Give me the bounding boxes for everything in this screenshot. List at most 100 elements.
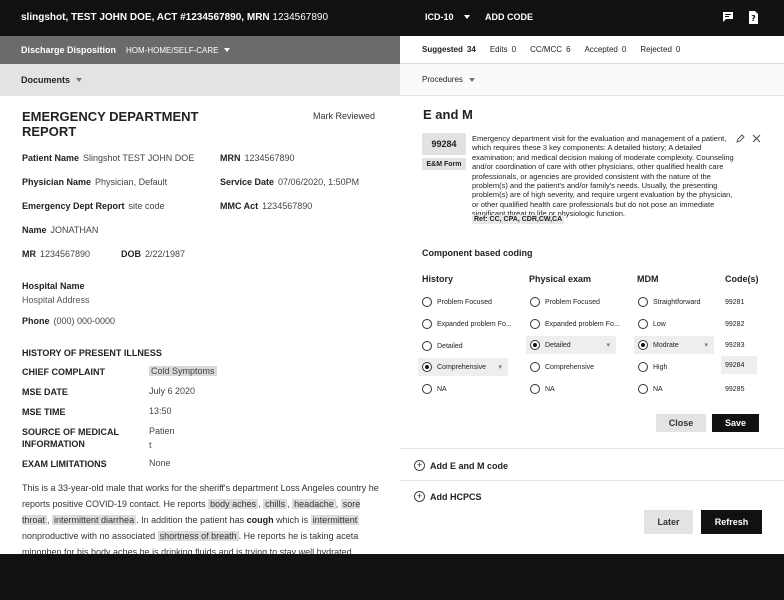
report-title: EMERGENCY DEPARTMENT REPORT — [22, 109, 199, 139]
radio-icon — [530, 362, 540, 372]
mdm-option-selected[interactable]: Modrate ▾ — [634, 336, 714, 354]
history-option-selected[interactable]: Comprehensive ▾ — [418, 358, 508, 376]
source-value-2: t — [149, 440, 152, 450]
phone-field: Phone (000) 000-0000 — [22, 316, 116, 326]
exam-option[interactable]: Expanded problem Fo... — [530, 315, 620, 333]
documents-dropdown[interactable]: Documents — [0, 64, 400, 96]
stat-suggested[interactable]: Suggested 34 — [422, 45, 476, 54]
code-value: 99285 — [725, 385, 745, 393]
mse-time-label: MSE TIME — [22, 407, 66, 417]
mse-time-value: 13:50 — [149, 406, 172, 416]
exam-limitations-label: EXAM LIMITATIONS — [22, 459, 107, 469]
icd-selector[interactable]: ICD-10 — [425, 12, 470, 22]
code-description: Emergency department visit for the evalu… — [472, 134, 734, 219]
mse-date-label: MSE DATE — [22, 387, 68, 397]
exam-option[interactable]: Comprehensive — [530, 358, 594, 376]
code-reference: Ref: CC, CPA, CDR,CW,CA — [472, 215, 565, 224]
radio-icon — [422, 297, 432, 307]
codes-header: Code(s) — [725, 274, 759, 284]
radio-selected-icon — [638, 340, 648, 350]
history-option[interactable]: Expanded problem Fo... — [422, 315, 512, 333]
pencil-icon[interactable] — [736, 134, 745, 145]
chevron-down-icon — [224, 48, 231, 52]
code-value: 99281 — [725, 298, 745, 306]
chief-complaint-value: Cold Symptoms — [149, 366, 217, 376]
history-header: History — [422, 274, 454, 284]
icd-label: ICD-10 — [425, 12, 454, 22]
radio-icon — [422, 341, 432, 351]
mark-reviewed-button[interactable]: Mark Reviewed — [313, 111, 375, 121]
ed-report-field: Emergency Dept Report site code — [22, 201, 165, 211]
act-value: #1234567890 — [180, 12, 242, 23]
hospital-name: Hospital Name — [22, 281, 85, 291]
add-em-code-button[interactable]: + Add E and M code — [414, 460, 508, 471]
chevron-down-icon: ▾ — [606, 342, 610, 349]
radio-icon — [638, 297, 648, 307]
discharge-disposition-bar[interactable]: Discharge Disposition HOM-HOME/SELF-CARE — [0, 36, 400, 64]
later-button[interactable]: Later — [644, 510, 693, 534]
exam-option[interactable]: Problem Focused — [530, 293, 600, 311]
mdm-option[interactable]: High — [638, 358, 667, 376]
mmc-act-field: MMC Act 1234567890 — [220, 201, 313, 211]
code-value: 99282 — [725, 320, 745, 328]
close-button[interactable]: Close — [656, 414, 706, 432]
chat-icon[interactable] — [721, 10, 735, 24]
mdm-option[interactable]: Low — [638, 315, 666, 333]
history-option[interactable]: NA — [422, 380, 447, 398]
documents-label: Documents — [21, 75, 71, 85]
em-title: E and M — [423, 107, 473, 122]
stat-cc-mcc[interactable]: CC/MCC 6 — [530, 45, 570, 54]
chevron-down-icon — [463, 15, 470, 19]
hpi-title: HISTORY OF PRESENT ILLNESS — [22, 348, 162, 358]
chevron-down-icon: ▾ — [498, 364, 502, 371]
dispo-value: HOM-HOME/SELF-CARE — [126, 45, 219, 55]
radio-icon — [530, 297, 540, 307]
history-option[interactable]: Detailed — [422, 337, 463, 355]
exam-option[interactable]: NA — [530, 380, 555, 398]
stat-edits[interactable]: Edits 0 — [490, 45, 516, 54]
add-code-button[interactable]: ADD CODE — [485, 12, 533, 22]
radio-selected-icon — [530, 340, 540, 350]
mdm-header: MDM — [637, 274, 659, 284]
chevron-down-icon — [468, 77, 475, 82]
physical-exam-header: Physical exam — [529, 274, 592, 284]
close-icon[interactable] — [752, 134, 761, 145]
refresh-button[interactable]: Refresh — [701, 510, 762, 534]
name-field: Name JONATHAN — [22, 225, 99, 235]
add-hcpcs-button[interactable]: + Add HCPCS — [414, 491, 482, 502]
radio-icon — [530, 319, 540, 329]
procedures-label: Procedures — [422, 75, 463, 84]
radio-selected-icon — [422, 362, 432, 372]
em-form-button[interactable]: E&M Form — [422, 158, 466, 170]
physician-field: Physician Name Physician, Default — [22, 177, 168, 187]
radio-icon — [422, 319, 432, 329]
service-date-field: Service Date 07/06/2020, 1:50PM — [220, 177, 360, 187]
document-pane: Discharge Disposition HOM-HOME/SELF-CARE… — [0, 36, 400, 554]
history-option[interactable]: Problem Focused — [422, 293, 492, 311]
bottom-bar — [0, 554, 784, 600]
patient-name-field: Patient Name Slingshot TEST JOHN DOE — [22, 153, 195, 163]
radio-icon — [638, 362, 648, 372]
act-label: ACT — [156, 12, 178, 23]
em-code-badge: 99284 — [422, 133, 466, 155]
radio-icon — [638, 384, 648, 394]
mdm-option[interactable]: Straightforward — [638, 293, 700, 311]
mse-date-value: July 6 2020 — [149, 386, 196, 396]
source-label: SOURCE OF MEDICAL INFORMATION — [22, 427, 119, 449]
code-value: 99283 — [725, 341, 745, 349]
dob-field: DOB 2/22/1987 — [121, 249, 186, 259]
exam-option-selected[interactable]: Detailed ▾ — [526, 336, 616, 354]
mdm-option[interactable]: NA — [638, 380, 663, 398]
mrn-value: 1234567890 — [272, 12, 329, 23]
save-button[interactable]: Save — [712, 414, 759, 432]
procedures-dropdown[interactable]: Procedures — [400, 64, 784, 96]
stat-rejected[interactable]: Rejected 0 — [640, 45, 680, 54]
chevron-down-icon — [76, 78, 83, 82]
mrn-label: MRN — [246, 12, 270, 23]
plus-icon: + — [414, 460, 425, 471]
help-icon[interactable]: ? — [746, 10, 760, 24]
top-bar: slingshot, TEST JOHN DOE, ACT #123456789… — [0, 0, 784, 36]
radio-icon — [530, 384, 540, 394]
stat-accepted[interactable]: Accepted 0 — [585, 45, 627, 54]
exam-limitations-value: None — [149, 458, 171, 468]
